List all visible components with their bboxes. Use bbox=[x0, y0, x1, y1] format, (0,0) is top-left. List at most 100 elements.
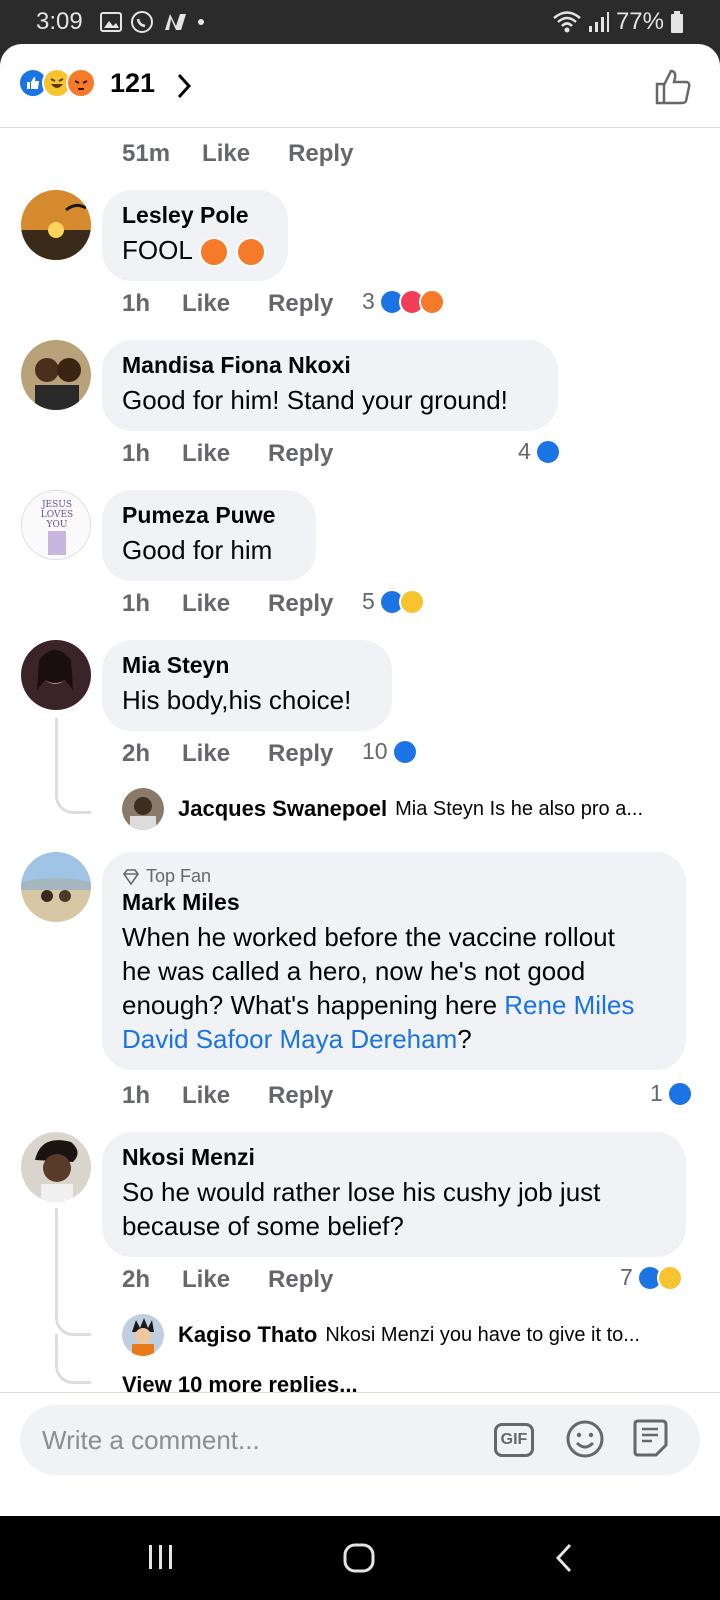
back-nav-icon[interactable] bbox=[554, 1542, 574, 1574]
mention-link[interactable]: David Safoor Maya Dereham bbox=[122, 1024, 457, 1054]
thumbs-up-outline-icon[interactable] bbox=[654, 68, 692, 106]
wow-reaction-icon bbox=[398, 588, 425, 615]
commenter-name[interactable]: Pumeza Puwe bbox=[122, 502, 296, 529]
comment-meta: 2h Like Reply bbox=[122, 1266, 367, 1294]
mention-link[interactable]: Rene Miles bbox=[504, 990, 634, 1020]
status-time: 3:09 bbox=[36, 8, 83, 35]
comment-bubble[interactable]: Pumeza Puwe Good for him bbox=[102, 490, 316, 581]
commenter-name[interactable]: Mia Steyn bbox=[122, 652, 372, 679]
comment-reactions[interactable]: 5 bbox=[362, 588, 425, 615]
comment-text: Good for him! Stand your ground! bbox=[122, 385, 508, 415]
reply-button[interactable]: Reply bbox=[268, 1266, 333, 1294]
like-reaction-icon bbox=[391, 738, 418, 765]
sticker-icon[interactable] bbox=[632, 1417, 672, 1459]
comment-bubble[interactable]: Mia Steyn His body,his choice! bbox=[102, 640, 392, 731]
comment-bubble[interactable]: Top Fan Mark Miles When he worked before… bbox=[102, 852, 686, 1070]
comment-reactions[interactable]: 3 bbox=[362, 288, 445, 315]
n-app-icon bbox=[165, 14, 186, 30]
comment-composer: Write a comment... GIF bbox=[0, 1392, 720, 1488]
reply-preview-text: Nkosi Menzi you have to give it to... bbox=[325, 1323, 640, 1346]
angry-emoji-icon bbox=[199, 237, 230, 268]
comment-time: 51m bbox=[122, 140, 171, 167]
commenter-name[interactable]: Nkosi Menzi bbox=[122, 1144, 666, 1171]
reaction-count[interactable]: 121 bbox=[110, 68, 155, 99]
like-button[interactable]: Like bbox=[182, 740, 230, 768]
whatsapp-icon bbox=[131, 11, 153, 33]
comment-time: 2h bbox=[122, 740, 151, 767]
avatar[interactable] bbox=[21, 852, 91, 922]
like-button[interactable]: Like bbox=[182, 590, 230, 618]
avatar[interactable] bbox=[21, 640, 91, 710]
gif-button[interactable]: GIF bbox=[494, 1423, 534, 1457]
comment-input-placeholder: Write a comment... bbox=[42, 1425, 260, 1455]
comment-reactions[interactable]: 7 bbox=[620, 1264, 683, 1291]
comment-time: 2h bbox=[122, 1266, 151, 1293]
avatar[interactable] bbox=[21, 1132, 91, 1202]
angry-emoji-icon bbox=[236, 237, 267, 268]
like-reaction-icon bbox=[666, 1080, 693, 1107]
reply-button[interactable]: Reply bbox=[268, 590, 333, 618]
comment-reactions[interactable]: 1 bbox=[650, 1080, 693, 1107]
reply-preview[interactable]: Jacques Swanepoel Mia Steyn Is he also p… bbox=[122, 788, 643, 830]
comment-bubble[interactable]: Lesley Pole FOOL bbox=[102, 190, 288, 282]
comment-time: 1h bbox=[122, 290, 151, 317]
reactions-header: 121 bbox=[0, 44, 720, 128]
svg-text:YOU: YOU bbox=[46, 520, 68, 530]
wifi-icon bbox=[553, 11, 581, 33]
system-nav-bar bbox=[0, 1516, 720, 1600]
comment-meta: 1h Like Reply bbox=[122, 290, 367, 318]
comment-input[interactable]: Write a comment... GIF bbox=[20, 1405, 700, 1475]
thread-line bbox=[55, 718, 91, 814]
reply-button[interactable]: Reply bbox=[268, 290, 333, 318]
status-right: 77% bbox=[552, 8, 684, 36]
comment-time: 1h bbox=[122, 1082, 151, 1109]
chevron-right-icon[interactable] bbox=[176, 72, 192, 100]
recents-nav-icon[interactable] bbox=[146, 1542, 176, 1572]
reaction-summary[interactable] bbox=[18, 68, 96, 98]
comment-meta: 2h Like Reply bbox=[122, 740, 367, 768]
like-button[interactable]: Like bbox=[182, 1266, 230, 1294]
like-reaction-icon bbox=[534, 438, 561, 465]
comment-reactions[interactable]: 4 bbox=[518, 438, 561, 465]
comment-meta: 1h Like Reply bbox=[122, 1082, 367, 1110]
like-button[interactable]: Like bbox=[202, 140, 250, 168]
signal-icon bbox=[588, 12, 609, 32]
reply-button[interactable]: Reply bbox=[288, 140, 353, 168]
comment-bubble[interactable]: Mandisa Fiona Nkoxi Good for him! Stand … bbox=[102, 340, 558, 431]
commenter-name[interactable]: Lesley Pole bbox=[122, 202, 268, 229]
thread-line bbox=[55, 1208, 91, 1336]
thread-line bbox=[55, 1334, 91, 1384]
like-button[interactable]: Like bbox=[182, 1082, 230, 1110]
prev-comment-meta: 51m Like Reply bbox=[122, 140, 387, 168]
avatar[interactable] bbox=[21, 340, 91, 410]
like-button[interactable]: Like bbox=[182, 290, 230, 318]
commenter-name[interactable]: Mark Miles bbox=[122, 889, 666, 916]
comment-text: FOOL bbox=[122, 233, 268, 268]
avatar[interactable] bbox=[21, 190, 91, 260]
home-nav-icon[interactable] bbox=[342, 1542, 376, 1574]
avatar[interactable] bbox=[122, 788, 164, 830]
avatar[interactable]: JESUS LOVES YOU bbox=[21, 490, 91, 560]
top-fan-badge: Top Fan bbox=[122, 866, 666, 887]
reply-button[interactable]: Reply bbox=[268, 1082, 333, 1110]
reply-author-name[interactable]: Jacques Swanepoel bbox=[178, 796, 387, 822]
emoji-icon[interactable] bbox=[565, 1419, 605, 1459]
comments-sheet: 121 51m Like Reply Lesley Pole FOOL 1h L… bbox=[0, 44, 720, 1516]
comment-meta: 1h Like Reply bbox=[122, 440, 367, 468]
reply-button[interactable]: Reply bbox=[268, 440, 333, 468]
dot-icon bbox=[198, 19, 204, 25]
comment-reactions[interactable]: 10 bbox=[362, 738, 418, 765]
reply-author-name[interactable]: Kagiso Thato bbox=[178, 1322, 317, 1348]
avatar[interactable] bbox=[122, 1314, 164, 1356]
like-button[interactable]: Like bbox=[182, 440, 230, 468]
reply-preview-text: Mia Steyn Is he also pro a... bbox=[395, 797, 643, 820]
comment-bubble[interactable]: Nkosi Menzi So he would rather lose his … bbox=[102, 1132, 686, 1257]
angry-reaction-icon bbox=[418, 288, 445, 315]
comment-time: 1h bbox=[122, 440, 151, 467]
commenter-name[interactable]: Mandisa Fiona Nkoxi bbox=[122, 352, 538, 379]
reply-button[interactable]: Reply bbox=[268, 740, 333, 768]
comment-text: When he worked before the vaccine rollou… bbox=[122, 922, 635, 1054]
diamond-icon bbox=[123, 868, 139, 885]
reply-preview[interactable]: Kagiso Thato Nkosi Menzi you have to giv… bbox=[122, 1314, 640, 1356]
avatar-text: JESUS bbox=[41, 500, 72, 510]
